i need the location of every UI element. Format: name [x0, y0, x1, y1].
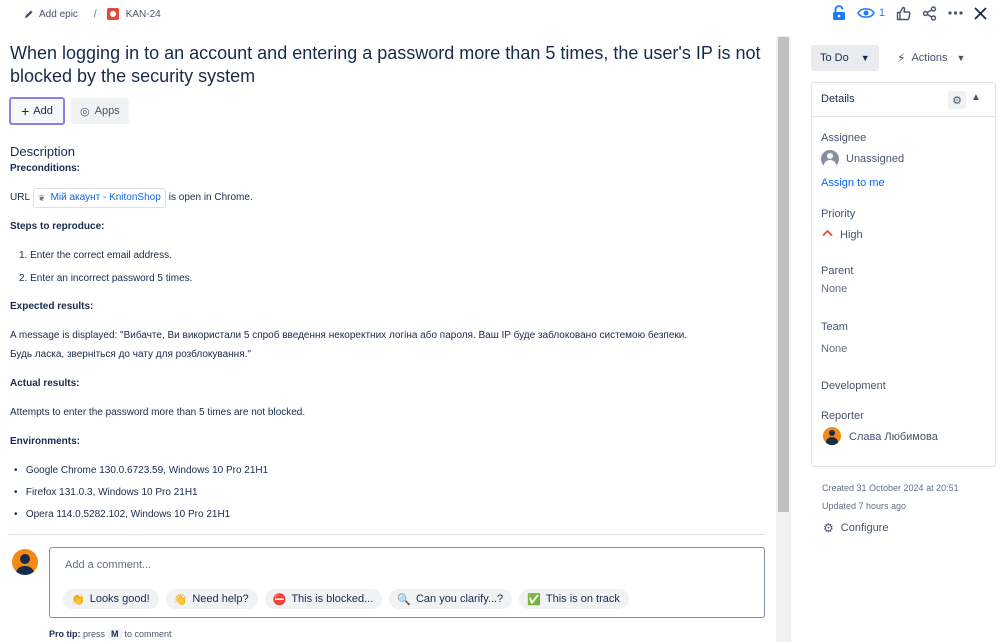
issue-action-row: + Add ◎ Apps	[9, 97, 129, 125]
watch-count: 1	[878, 7, 885, 19]
clap-icon: 👏	[71, 593, 85, 606]
priority-high-icon	[822, 228, 833, 240]
chevron-down-icon: ▼	[860, 53, 870, 63]
parent-label: Parent	[821, 265, 854, 277]
pencil-icon	[24, 9, 34, 19]
quick-reply-clarify[interactable]: 🔍 Can you clarify...?	[389, 589, 513, 609]
configure-label: Configure	[840, 522, 889, 534]
keyboard-key: M	[108, 629, 122, 639]
quick-reply-blocked[interactable]: ⛔ This is blocked...	[264, 589, 383, 609]
wave-icon: 👋	[173, 593, 188, 606]
list-item: • Google Chrome 130.0.6723.59, Windows 1…	[14, 465, 269, 476]
details-header[interactable]: Details ⚙ ▲	[812, 83, 995, 117]
actions-dropdown[interactable]: ⚡ Actions ▼	[889, 45, 979, 71]
development-label: Development	[821, 380, 886, 392]
status-dropdown[interactable]: To Do ▼	[811, 45, 879, 71]
quick-reply-need-help[interactable]: 👋 Need help?	[165, 589, 258, 609]
bug-icon	[106, 8, 119, 20]
close-icon[interactable]	[974, 6, 987, 20]
breadcrumb-separator: /	[93, 8, 97, 20]
list-item: • Firefox 131.0.3, Windows 10 Pro 21H1	[14, 487, 198, 498]
add-button-label: Add	[33, 105, 53, 117]
unassigned-avatar-icon	[821, 150, 839, 168]
updated-timestamp: Updated 7 hours ago	[822, 501, 907, 511]
current-user-avatar	[12, 549, 38, 575]
apps-button[interactable]: ◎ Apps	[71, 98, 129, 124]
url-suffix: is open in Chrome.	[168, 192, 253, 203]
precondition-line: URL ❦ Мій акаунт - KnitonShop is open in…	[10, 188, 253, 208]
configure-button[interactable]: ⚙ Configure	[823, 521, 888, 535]
assignee-value[interactable]: Unassigned	[846, 153, 904, 165]
issue-title[interactable]: When logging in to an account and enteri…	[10, 42, 770, 88]
reporter-label: Reporter	[821, 410, 864, 422]
actions-label: Actions	[911, 52, 948, 64]
divider	[8, 534, 765, 535]
parent-value[interactable]: None	[821, 283, 847, 295]
lightning-icon: ⚡	[897, 51, 906, 65]
no-entry-icon: ⛔	[272, 593, 287, 606]
url-prefix: URL	[10, 192, 31, 203]
expected-text-line-2: Будь ласка, зверніться до чату для розбл…	[10, 349, 251, 360]
chevron-down-icon: ▼	[956, 53, 966, 63]
apps-button-label: Apps	[94, 105, 120, 117]
reporter-value[interactable]: Слава Любимова	[849, 431, 938, 443]
description-heading: Description	[10, 144, 76, 159]
apps-icon: ◎	[80, 105, 90, 118]
settings-gear-icon[interactable]: ⚙	[948, 91, 966, 109]
share-icon[interactable]	[922, 5, 937, 21]
unlock-icon[interactable]	[832, 5, 846, 21]
issue-toolbar: 1	[821, 4, 987, 22]
team-value[interactable]: None	[821, 343, 847, 355]
actual-heading: Actual results:	[10, 378, 80, 389]
priority-label: Priority	[821, 208, 856, 220]
expected-heading: Expected results:	[10, 301, 94, 312]
watch-button[interactable]: 1	[856, 7, 885, 19]
more-icon[interactable]	[948, 11, 963, 15]
preconditions-heading: Preconditions:	[10, 163, 81, 174]
plus-icon: +	[21, 103, 30, 119]
list-item: • Opera 114.0.5282.102, Windows 10 Pro 2…	[14, 509, 231, 520]
check-icon: ✅	[527, 593, 541, 606]
assignee-label: Assignee	[821, 132, 867, 144]
breadcrumb: Add epic / KAN-24	[24, 6, 161, 22]
chevron-up-icon[interactable]: ▲	[971, 92, 981, 103]
team-label: Team	[821, 321, 848, 333]
quick-reply-on-track[interactable]: ✅ This is on track	[519, 589, 629, 609]
gear-icon: ⚙	[823, 521, 834, 535]
magnifier-icon: 🔍	[397, 593, 411, 606]
site-favicon-icon: ❦	[38, 193, 46, 203]
smart-link[interactable]: ❦ Мій акаунт - KnitonShop	[33, 188, 166, 208]
reporter-avatar	[823, 427, 841, 445]
quick-reply-chips: 👏 Looks good! 👋 Need help? ⛔ This is blocke…	[63, 589, 636, 609]
comment-box[interactable]: Add a comment... 👏 Looks good! 👋 Need help…	[49, 547, 765, 618]
add-epic-link[interactable]: Add epic	[39, 9, 78, 20]
details-title: Details	[821, 93, 855, 105]
issue-key-link[interactable]: KAN-24	[126, 9, 161, 20]
list-item: 2. Enter an incorrect password 5 times.	[19, 273, 193, 284]
pro-tip: Pro tip: press Mto comment	[49, 629, 172, 639]
expected-text-line-1: A message is displayed: "Вибачте, Ви вик…	[10, 330, 688, 341]
thumbs-up-icon[interactable]	[896, 6, 911, 21]
eye-icon	[856, 7, 875, 19]
smart-link-text: Мій акаунт - KnitonShop	[50, 192, 161, 203]
quick-reply-looks-good[interactable]: 👏 Looks good!	[63, 589, 159, 609]
created-timestamp: Created 31 October 2024 at 20:51	[822, 483, 959, 493]
steps-heading: Steps to reproduce:	[10, 221, 105, 232]
list-item: 1. Enter the correct email address.	[19, 250, 172, 261]
scrollbar-thumb[interactable]	[778, 37, 789, 512]
environments-heading: Environments:	[10, 436, 81, 447]
status-label: To Do	[820, 52, 849, 64]
priority-value[interactable]: High	[840, 229, 863, 241]
assign-to-me-link[interactable]: Assign to me	[821, 177, 885, 189]
actual-text: Attempts to enter the password more than…	[10, 407, 306, 418]
comment-placeholder[interactable]: Add a comment...	[65, 559, 151, 571]
add-button[interactable]: + Add	[9, 97, 65, 125]
